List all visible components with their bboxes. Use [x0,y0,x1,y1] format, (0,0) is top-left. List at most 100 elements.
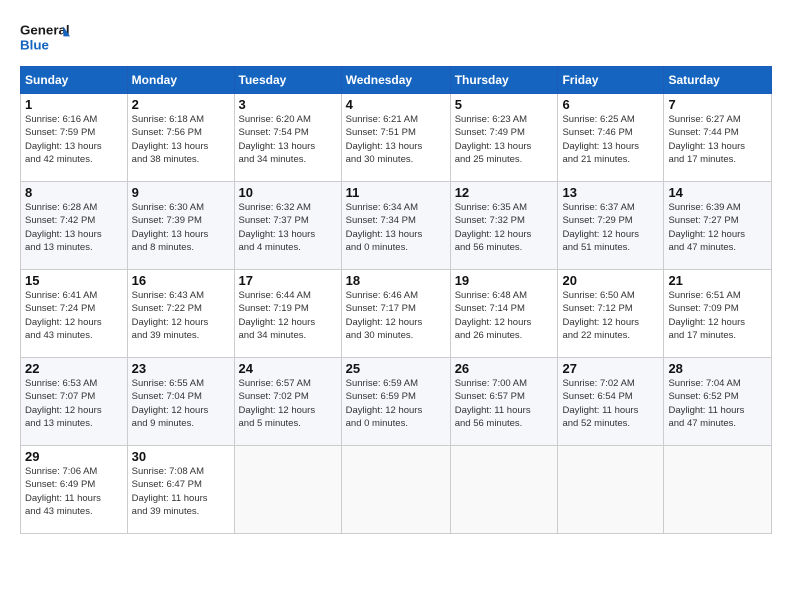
day-number: 2 [132,97,230,112]
day-number: 4 [346,97,446,112]
svg-text:General: General [20,23,70,38]
day-detail: Sunrise: 6:57 AM Sunset: 7:02 PM Dayligh… [239,377,337,430]
calendar-week-3: 22Sunrise: 6:53 AM Sunset: 7:07 PM Dayli… [21,358,772,446]
day-number: 14 [668,185,767,200]
day-cell-12: 12Sunrise: 6:35 AM Sunset: 7:32 PM Dayli… [450,182,558,270]
calendar-week-0: 1Sunrise: 6:16 AM Sunset: 7:59 PM Daylig… [21,94,772,182]
day-number: 5 [455,97,554,112]
day-detail: Sunrise: 6:18 AM Sunset: 7:56 PM Dayligh… [132,113,230,166]
logo-icon: General Blue [20,18,70,58]
day-cell-1: 1Sunrise: 6:16 AM Sunset: 7:59 PM Daylig… [21,94,128,182]
dow-header-sunday: Sunday [21,67,128,94]
day-cell-4: 4Sunrise: 6:21 AM Sunset: 7:51 PM Daylig… [341,94,450,182]
day-detail: Sunrise: 6:59 AM Sunset: 6:59 PM Dayligh… [346,377,446,430]
day-cell-6: 6Sunrise: 6:25 AM Sunset: 7:46 PM Daylig… [558,94,664,182]
day-cell-15: 15Sunrise: 6:41 AM Sunset: 7:24 PM Dayli… [21,270,128,358]
day-number: 10 [239,185,337,200]
day-cell-21: 21Sunrise: 6:51 AM Sunset: 7:09 PM Dayli… [664,270,772,358]
day-detail: Sunrise: 6:27 AM Sunset: 7:44 PM Dayligh… [668,113,767,166]
day-detail: Sunrise: 6:51 AM Sunset: 7:09 PM Dayligh… [668,289,767,342]
day-detail: Sunrise: 6:20 AM Sunset: 7:54 PM Dayligh… [239,113,337,166]
day-cell-8: 8Sunrise: 6:28 AM Sunset: 7:42 PM Daylig… [21,182,128,270]
day-detail: Sunrise: 6:41 AM Sunset: 7:24 PM Dayligh… [25,289,123,342]
day-detail: Sunrise: 6:37 AM Sunset: 7:29 PM Dayligh… [562,201,659,254]
day-detail: Sunrise: 7:06 AM Sunset: 6:49 PM Dayligh… [25,465,123,518]
day-cell-22: 22Sunrise: 6:53 AM Sunset: 7:07 PM Dayli… [21,358,128,446]
day-number: 7 [668,97,767,112]
day-cell-29: 29Sunrise: 7:06 AM Sunset: 6:49 PM Dayli… [21,446,128,534]
day-cell-27: 27Sunrise: 7:02 AM Sunset: 6:54 PM Dayli… [558,358,664,446]
day-detail: Sunrise: 6:50 AM Sunset: 7:12 PM Dayligh… [562,289,659,342]
day-number: 13 [562,185,659,200]
empty-cell [341,446,450,534]
svg-text:Blue: Blue [20,38,49,53]
empty-cell [664,446,772,534]
empty-cell [234,446,341,534]
dow-header-saturday: Saturday [664,67,772,94]
dow-header-monday: Monday [127,67,234,94]
calendar-week-2: 15Sunrise: 6:41 AM Sunset: 7:24 PM Dayli… [21,270,772,358]
calendar-week-1: 8Sunrise: 6:28 AM Sunset: 7:42 PM Daylig… [21,182,772,270]
day-cell-28: 28Sunrise: 7:04 AM Sunset: 6:52 PM Dayli… [664,358,772,446]
day-number: 21 [668,273,767,288]
day-cell-9: 9Sunrise: 6:30 AM Sunset: 7:39 PM Daylig… [127,182,234,270]
day-cell-7: 7Sunrise: 6:27 AM Sunset: 7:44 PM Daylig… [664,94,772,182]
calendar-table: SundayMondayTuesdayWednesdayThursdayFrid… [20,66,772,534]
empty-cell [450,446,558,534]
day-number: 11 [346,185,446,200]
logo: General Blue [20,18,70,58]
day-detail: Sunrise: 6:43 AM Sunset: 7:22 PM Dayligh… [132,289,230,342]
calendar-week-4: 29Sunrise: 7:06 AM Sunset: 6:49 PM Dayli… [21,446,772,534]
day-detail: Sunrise: 6:30 AM Sunset: 7:39 PM Dayligh… [132,201,230,254]
day-number: 6 [562,97,659,112]
day-cell-11: 11Sunrise: 6:34 AM Sunset: 7:34 PM Dayli… [341,182,450,270]
day-cell-20: 20Sunrise: 6:50 AM Sunset: 7:12 PM Dayli… [558,270,664,358]
day-detail: Sunrise: 6:32 AM Sunset: 7:37 PM Dayligh… [239,201,337,254]
day-detail: Sunrise: 6:55 AM Sunset: 7:04 PM Dayligh… [132,377,230,430]
day-detail: Sunrise: 6:44 AM Sunset: 7:19 PM Dayligh… [239,289,337,342]
day-cell-5: 5Sunrise: 6:23 AM Sunset: 7:49 PM Daylig… [450,94,558,182]
day-cell-16: 16Sunrise: 6:43 AM Sunset: 7:22 PM Dayli… [127,270,234,358]
day-number: 29 [25,449,123,464]
day-number: 25 [346,361,446,376]
day-number: 24 [239,361,337,376]
day-detail: Sunrise: 7:08 AM Sunset: 6:47 PM Dayligh… [132,465,230,518]
empty-cell [558,446,664,534]
day-cell-25: 25Sunrise: 6:59 AM Sunset: 6:59 PM Dayli… [341,358,450,446]
dow-header-thursday: Thursday [450,67,558,94]
day-detail: Sunrise: 6:16 AM Sunset: 7:59 PM Dayligh… [25,113,123,166]
day-cell-3: 3Sunrise: 6:20 AM Sunset: 7:54 PM Daylig… [234,94,341,182]
day-number: 15 [25,273,123,288]
day-number: 16 [132,273,230,288]
day-detail: Sunrise: 7:00 AM Sunset: 6:57 PM Dayligh… [455,377,554,430]
day-cell-14: 14Sunrise: 6:39 AM Sunset: 7:27 PM Dayli… [664,182,772,270]
day-number: 12 [455,185,554,200]
day-number: 26 [455,361,554,376]
day-number: 3 [239,97,337,112]
day-number: 8 [25,185,123,200]
day-cell-23: 23Sunrise: 6:55 AM Sunset: 7:04 PM Dayli… [127,358,234,446]
day-number: 20 [562,273,659,288]
day-number: 1 [25,97,123,112]
day-number: 22 [25,361,123,376]
day-cell-18: 18Sunrise: 6:46 AM Sunset: 7:17 PM Dayli… [341,270,450,358]
day-detail: Sunrise: 6:23 AM Sunset: 7:49 PM Dayligh… [455,113,554,166]
day-detail: Sunrise: 6:28 AM Sunset: 7:42 PM Dayligh… [25,201,123,254]
day-detail: Sunrise: 6:25 AM Sunset: 7:46 PM Dayligh… [562,113,659,166]
day-number: 18 [346,273,446,288]
day-number: 28 [668,361,767,376]
day-cell-10: 10Sunrise: 6:32 AM Sunset: 7:37 PM Dayli… [234,182,341,270]
day-detail: Sunrise: 7:04 AM Sunset: 6:52 PM Dayligh… [668,377,767,430]
day-cell-19: 19Sunrise: 6:48 AM Sunset: 7:14 PM Dayli… [450,270,558,358]
day-cell-13: 13Sunrise: 6:37 AM Sunset: 7:29 PM Dayli… [558,182,664,270]
day-number: 17 [239,273,337,288]
day-detail: Sunrise: 6:35 AM Sunset: 7:32 PM Dayligh… [455,201,554,254]
day-cell-2: 2Sunrise: 6:18 AM Sunset: 7:56 PM Daylig… [127,94,234,182]
day-cell-24: 24Sunrise: 6:57 AM Sunset: 7:02 PM Dayli… [234,358,341,446]
day-detail: Sunrise: 6:39 AM Sunset: 7:27 PM Dayligh… [668,201,767,254]
day-detail: Sunrise: 6:46 AM Sunset: 7:17 PM Dayligh… [346,289,446,342]
day-detail: Sunrise: 7:02 AM Sunset: 6:54 PM Dayligh… [562,377,659,430]
day-cell-30: 30Sunrise: 7:08 AM Sunset: 6:47 PM Dayli… [127,446,234,534]
dow-header-tuesday: Tuesday [234,67,341,94]
day-detail: Sunrise: 6:53 AM Sunset: 7:07 PM Dayligh… [25,377,123,430]
